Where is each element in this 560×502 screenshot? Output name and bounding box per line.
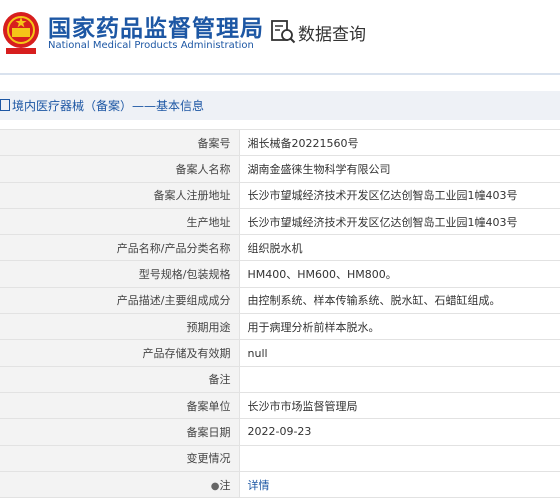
record-detail-table: 备案号 湘长械备20221560号 备案人名称 湖南金盛徕生物科学有限公司 备案人注册地…: [0, 128, 560, 499]
row-value: 长沙市市场监督管理局: [239, 391, 560, 420]
table-row: 产品名称/产品分类名称 组织脱水机: [0, 234, 560, 262]
row-value: 湖南金盛徕生物科学有限公司: [239, 155, 560, 183]
row-value: 由控制系统、样本传输系统、脱水缸、石蜡缸组成。: [239, 286, 560, 315]
data-query-icon: [271, 20, 296, 44]
note-label: 注: [219, 478, 231, 492]
table-row: 预期用途 用于病理分析前样本脱水。: [0, 313, 560, 341]
table-row: 备注: [0, 365, 560, 393]
row-label: 型号规格/包装规格: [0, 260, 240, 288]
row-label: 变更情况: [0, 444, 240, 472]
row-value: 详情: [239, 470, 560, 499]
row-label: 备案人名称: [0, 155, 240, 183]
table-row: 型号规格/包装规格 HM400、HM600、HM800。: [0, 260, 560, 288]
row-label: ●注: [0, 470, 240, 499]
row-label: 产品存储及有效期: [0, 339, 240, 367]
table-row: 备案单位 长沙市市场监督管理局: [0, 391, 560, 420]
table-row: 变更情况: [0, 444, 560, 472]
row-label: 产品名称/产品分类名称: [0, 234, 240, 262]
row-value: 长沙市望城经济技术开发区亿达创智岛工业园1幢403号: [239, 181, 560, 209]
site-name-cn: 国家药品监督管理局: [48, 16, 264, 42]
details-link[interactable]: 详情: [248, 479, 270, 492]
row-label: 备案人注册地址: [0, 181, 240, 209]
table-row: 生产地址 长沙市望城经济技术开发区亿达创智岛工业园1幢403号: [0, 207, 560, 236]
row-label: 生产地址: [0, 207, 240, 236]
row-value: 组织脱水机: [239, 234, 560, 262]
row-value: 湘长械备20221560号: [239, 128, 560, 157]
row-value: null: [239, 339, 560, 367]
breadcrumb-text: 境内医疗器械（备案）——基本信息: [12, 99, 205, 113]
row-value: [239, 365, 560, 393]
national-emblem-icon: [3, 12, 39, 54]
row-label: 备案号: [0, 128, 240, 157]
section-title: 数据查询: [298, 25, 366, 45]
table-row: 产品描述/主要组成成分 由控制系统、样本传输系统、脱水缸、石蜡缸组成。: [0, 286, 560, 315]
row-label: 备案日期: [0, 418, 240, 446]
row-label: 备注: [0, 365, 240, 393]
table-row: 备案号 湘长械备20221560号: [0, 128, 560, 157]
document-icon: [0, 99, 10, 111]
table-row: 备案日期 2022-09-23: [0, 418, 560, 446]
row-label: 备案单位: [0, 391, 240, 420]
site-name-en: National Medical Products Administration: [48, 40, 254, 51]
location-pin-icon: ●: [210, 480, 220, 492]
row-value: 2022-09-23: [239, 418, 560, 446]
row-value: 用于病理分析前样本脱水。: [239, 313, 560, 341]
row-value: HM400、HM600、HM800。: [239, 260, 560, 288]
table-row: 备案人注册地址 长沙市望城经济技术开发区亿达创智岛工业园1幢403号: [0, 181, 560, 209]
table-row: 备案人名称 湖南金盛徕生物科学有限公司: [0, 155, 560, 183]
row-label: 预期用途: [0, 313, 240, 341]
breadcrumb: 境内医疗器械（备案）——基本信息: [0, 91, 560, 120]
row-label: 产品描述/主要组成成分: [0, 286, 240, 315]
table-row-note: ●注 详情: [0, 470, 560, 499]
site-header: 国家药品监督管理局 National Medical Products Admi…: [0, 0, 560, 75]
row-value: [239, 444, 560, 472]
header-divider: [0, 73, 560, 75]
table-row: 产品存储及有效期 null: [0, 339, 560, 367]
row-value: 长沙市望城经济技术开发区亿达创智岛工业园1幢403号: [239, 207, 560, 236]
